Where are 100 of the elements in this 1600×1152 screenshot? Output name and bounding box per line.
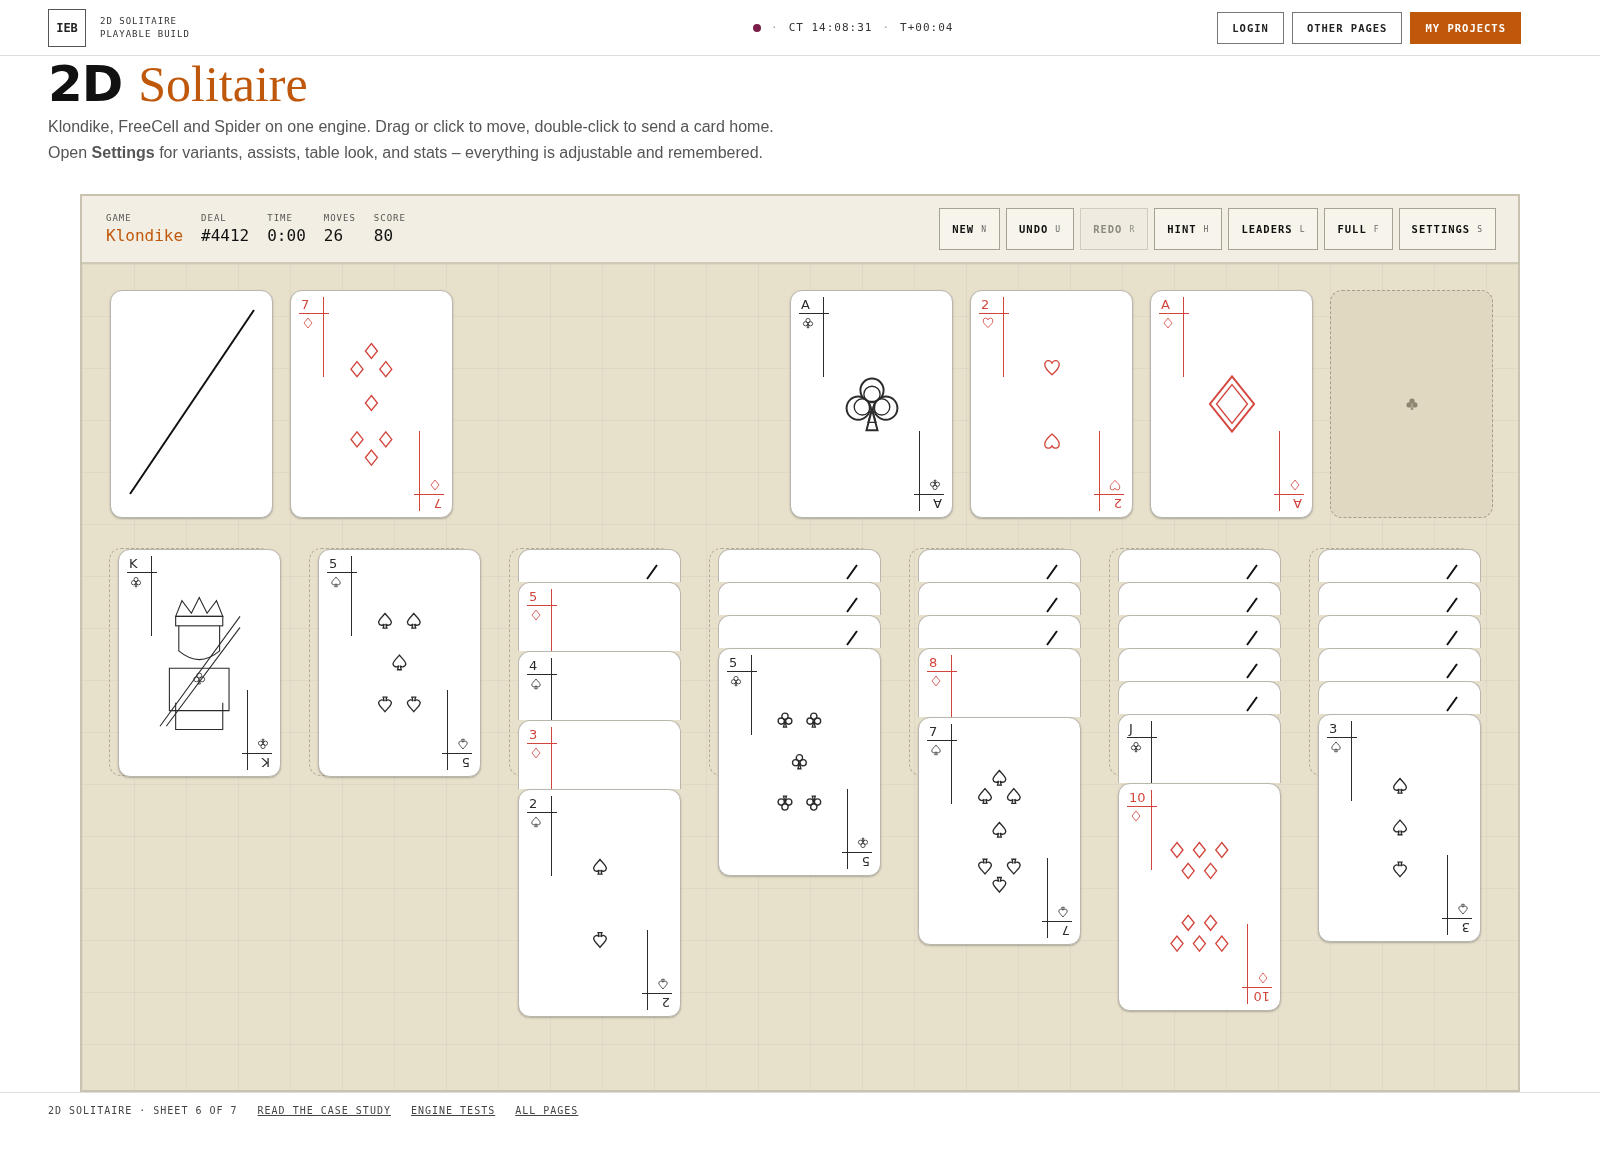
card-rank: 5 — [527, 589, 557, 606]
playing-card[interactable]: 2 2 — [518, 789, 681, 1017]
card-rank: A — [914, 494, 944, 511]
diagonal-line-icon — [129, 309, 255, 495]
diamond-icon — [930, 675, 942, 687]
card-back[interactable] — [1118, 648, 1281, 681]
diamond-icon — [1162, 317, 1174, 329]
nav-button[interactable]: LOGIN — [1217, 11, 1284, 44]
playing-card[interactable]: 5 — [518, 582, 681, 651]
playing-card[interactable]: 7 7 — [918, 717, 1081, 945]
stat-label: DEAL — [201, 213, 228, 223]
nav-button[interactable]: OTHER PAGES — [1291, 11, 1403, 44]
logo[interactable]: IEB — [48, 8, 86, 47]
card-back[interactable] — [918, 549, 1081, 582]
playing-card[interactable]: K K — [118, 549, 281, 777]
toolbar-button[interactable]: HINT H — [1154, 208, 1223, 250]
card-back[interactable] — [1118, 681, 1281, 714]
card-back[interactable] — [1118, 549, 1281, 582]
card-rank: 4 — [527, 658, 557, 675]
page-title-accent: Solitaire — [138, 56, 308, 112]
spade-icon — [530, 816, 542, 828]
toolbar-button[interactable]: NEW N — [939, 208, 1000, 250]
stat-label: MOVES — [323, 213, 356, 223]
playing-card[interactable]: 10 10 — [1118, 783, 1281, 1011]
playing-card[interactable]: J — [1118, 714, 1281, 783]
slash-icon — [1246, 663, 1258, 679]
slash-icon — [1246, 564, 1258, 580]
spade-icon — [1457, 903, 1469, 915]
slash-icon — [646, 564, 658, 580]
club-icon — [130, 576, 142, 588]
spade-icon — [930, 744, 942, 756]
stat-value: 80 — [373, 226, 395, 245]
playing-card[interactable]: A A — [1150, 290, 1313, 518]
footer-link[interactable]: ALL PAGES — [515, 1105, 579, 1116]
empty-foundation[interactable] — [1330, 290, 1493, 518]
toolbar-button[interactable]: SETTINGS S — [1398, 208, 1496, 250]
card-rank: 7 — [414, 494, 444, 511]
playing-card[interactable]: 5 5 — [318, 549, 481, 777]
diamond-icon — [1289, 479, 1301, 491]
diamond-icon — [1130, 810, 1142, 822]
playing-card[interactable]: 3 — [518, 720, 681, 789]
playing-card[interactable]: 4 — [518, 651, 681, 720]
slash-icon — [1446, 630, 1458, 646]
card-back[interactable] — [718, 615, 881, 648]
card-back[interactable] — [1318, 615, 1481, 648]
club-icon — [1404, 397, 1419, 411]
playing-card[interactable]: 8 — [918, 648, 1081, 717]
toolbar-button[interactable]: UNDO U — [1006, 208, 1075, 250]
playing-card[interactable]: 2 2 — [970, 290, 1133, 518]
card-rank: 5 — [727, 655, 757, 672]
heart-icon — [1109, 479, 1121, 491]
club-icon — [929, 479, 941, 491]
card-rank: 2 — [527, 796, 557, 813]
separator-dot: · — [882, 21, 891, 34]
card-rank: 3 — [527, 727, 557, 744]
description-text: Klondike, FreeCell and Spider on one engine. Drag or click to move, double-click to send a card home. — [48, 117, 775, 137]
club-icon — [857, 837, 869, 849]
elapsed-text: T+00:04 — [900, 21, 954, 34]
playing-card[interactable]: 7 7 — [290, 290, 453, 518]
card-rank: 5 — [327, 556, 357, 573]
card-back[interactable] — [1318, 681, 1481, 714]
stat-value: 0:00 — [267, 226, 306, 245]
card-rank: K — [242, 753, 272, 770]
card-rank: 8 — [927, 655, 957, 672]
footer-link[interactable]: READ THE CASE STUDY — [257, 1105, 391, 1116]
diamond-icon — [530, 609, 542, 621]
toolbar-button[interactable]: FULL F — [1324, 208, 1393, 250]
card-rank: 3 — [1327, 721, 1357, 738]
card-back[interactable] — [918, 582, 1081, 615]
slash-icon — [1046, 564, 1058, 580]
card-back[interactable] — [1318, 549, 1481, 582]
card-back[interactable] — [1318, 582, 1481, 615]
card-back[interactable] — [718, 582, 881, 615]
slash-icon — [846, 630, 858, 646]
spade-icon — [657, 978, 669, 990]
footer-link[interactable]: ENGINE TESTS — [410, 1105, 496, 1116]
card-rank: 10 — [1127, 790, 1157, 807]
slash-icon — [1246, 696, 1258, 712]
card-rank: 7 — [927, 724, 957, 741]
card-back[interactable] — [1318, 648, 1481, 681]
card-rank: 3 — [1442, 918, 1472, 935]
playing-card[interactable]: A A — [790, 290, 953, 518]
card-back[interactable] — [1118, 615, 1281, 648]
nav-button[interactable]: MY PROJECTS — [1410, 11, 1521, 44]
spade-icon — [330, 576, 342, 588]
card-back[interactable] — [110, 290, 273, 518]
stat-value: 26 — [323, 226, 345, 245]
card-back[interactable] — [1118, 582, 1281, 615]
heart-icon — [982, 317, 994, 329]
playing-card[interactable]: 3 3 — [1318, 714, 1481, 942]
toolbar-button[interactable]: LEADERS L — [1228, 208, 1319, 250]
card-back[interactable] — [518, 549, 681, 582]
playing-card[interactable]: 5 5 — [718, 648, 881, 876]
club-icon — [1130, 741, 1142, 753]
card-rank: A — [799, 297, 829, 314]
card-back[interactable] — [918, 615, 1081, 648]
slash-icon — [1046, 630, 1058, 646]
stat-label: TIME — [267, 213, 294, 223]
slash-icon — [846, 597, 858, 613]
card-back[interactable] — [718, 549, 881, 582]
